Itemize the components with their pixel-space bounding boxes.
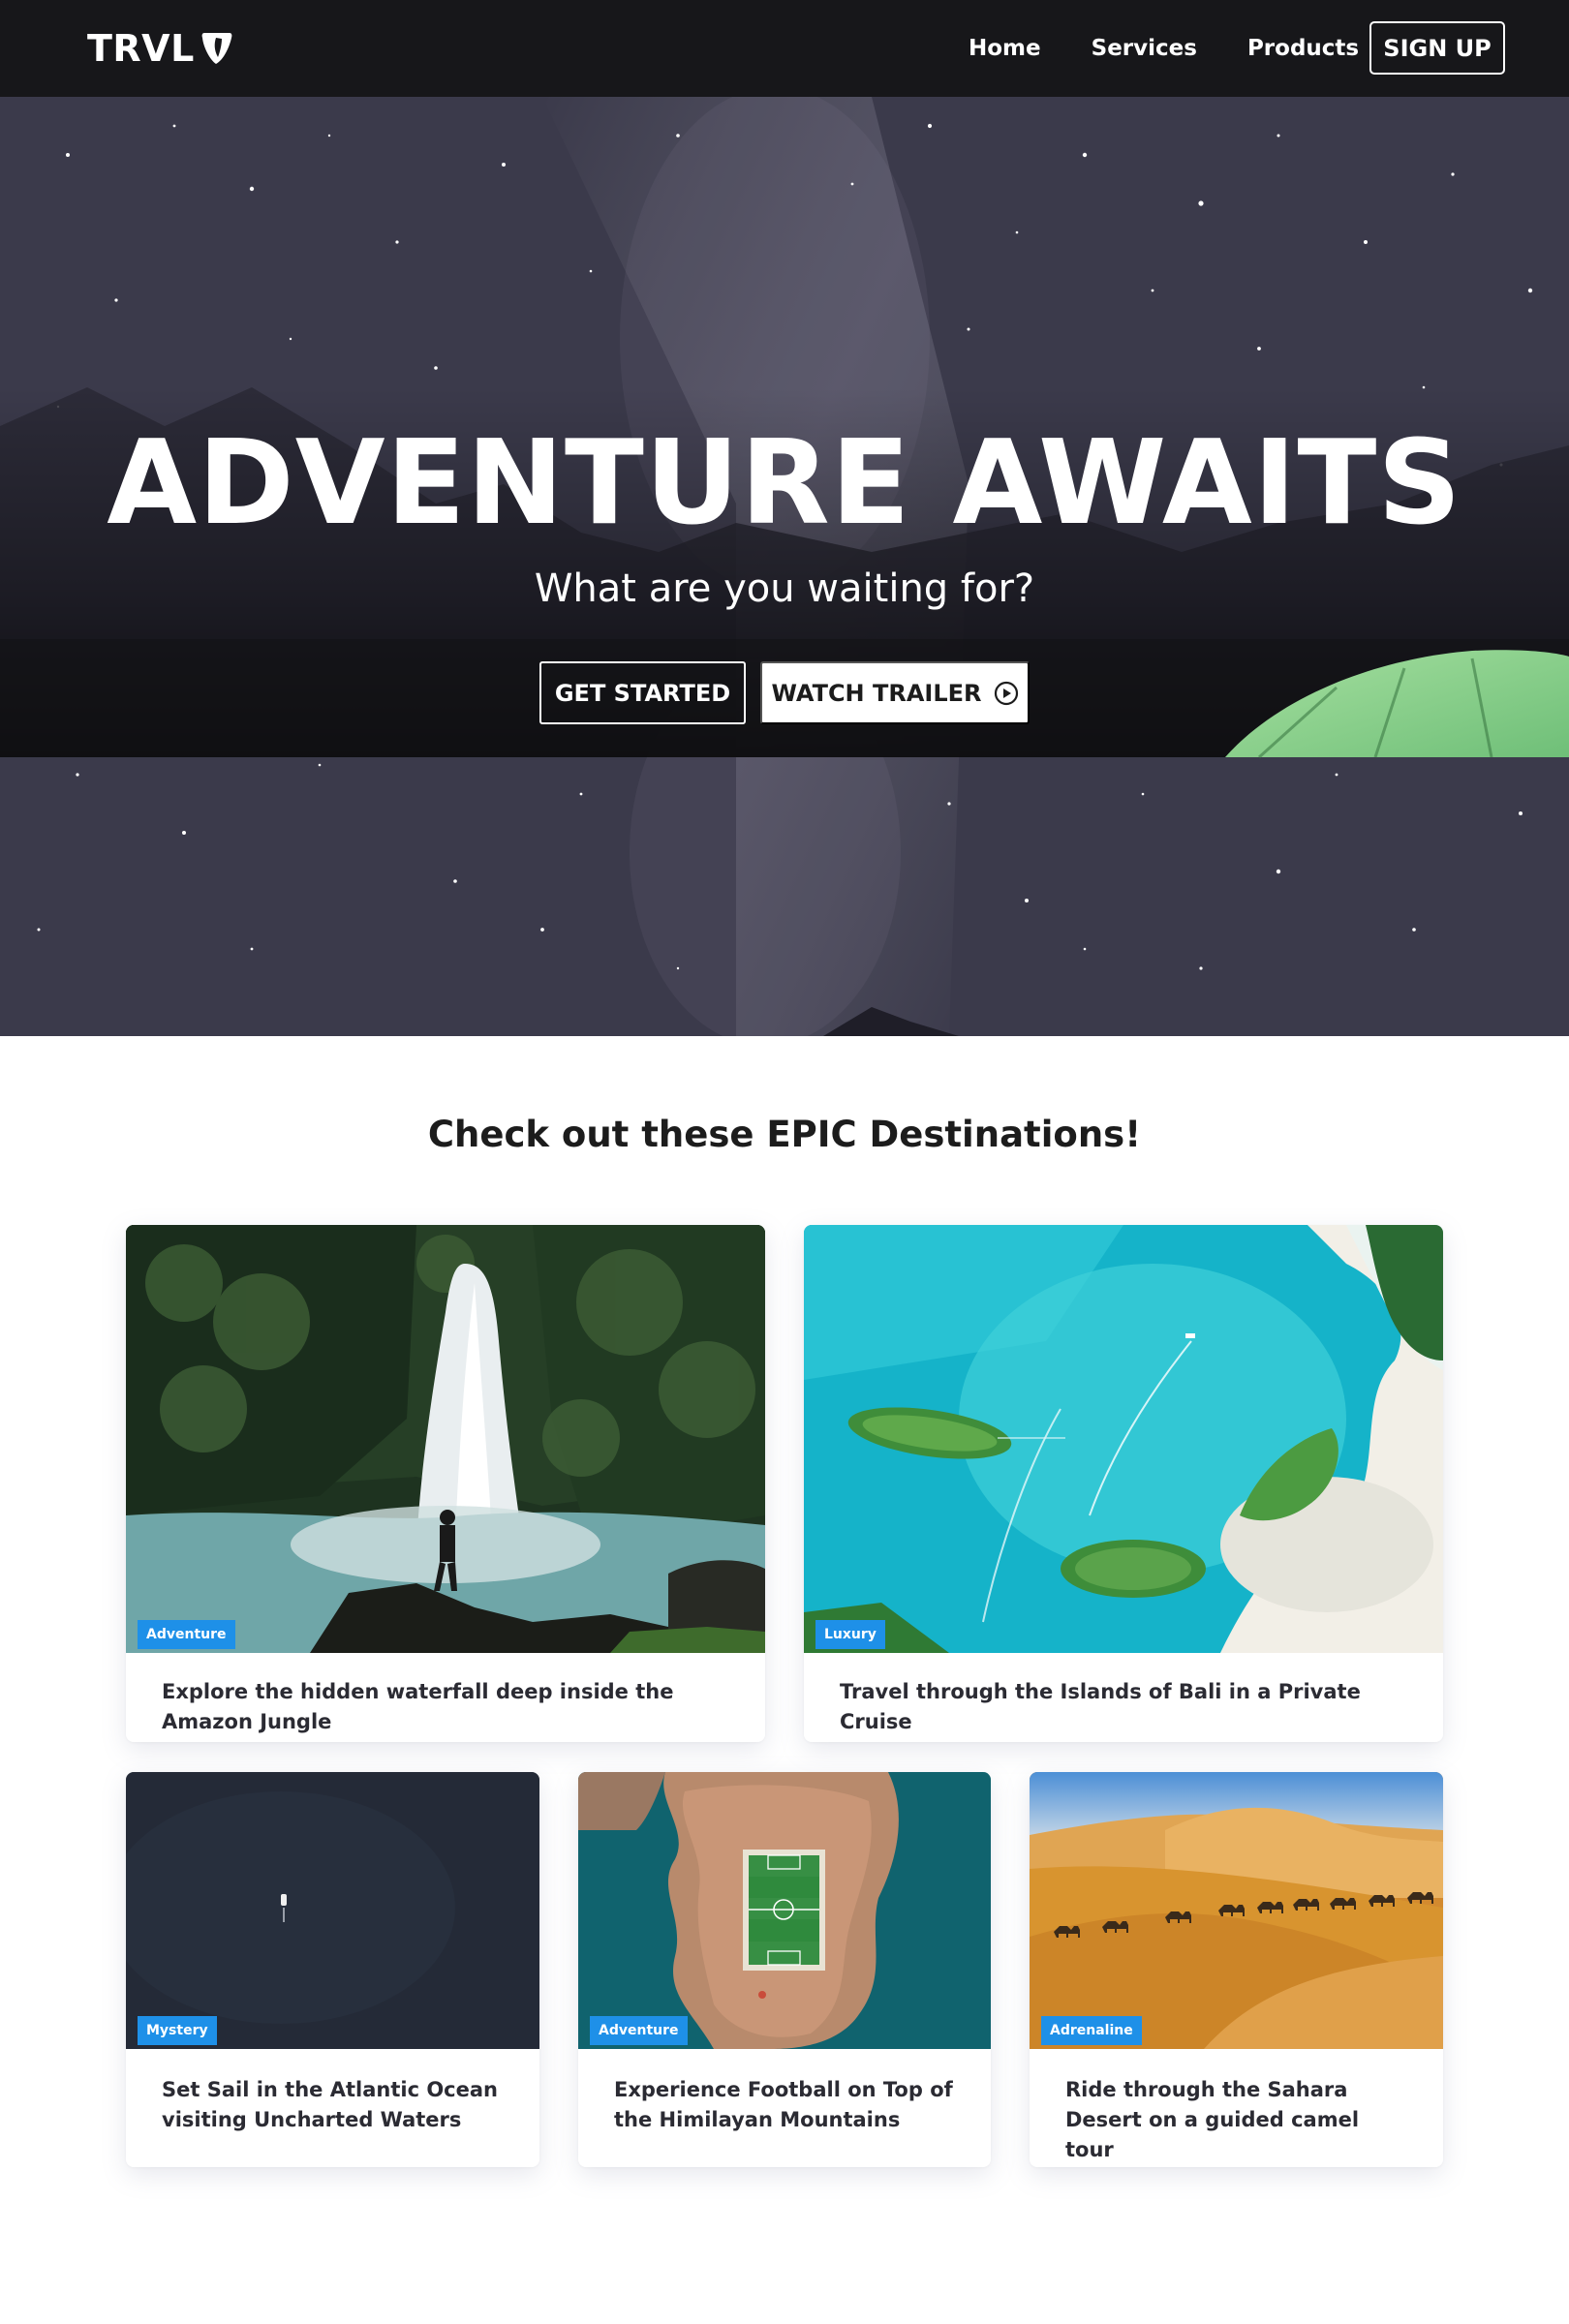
nav-services-link[interactable]: Services xyxy=(1092,36,1197,61)
football-island-image xyxy=(578,1772,991,2049)
brand-logo[interactable]: TRVL xyxy=(87,27,233,70)
destination-card-ocean[interactable]: Mystery Set Sail in the Atlantic Ocean v… xyxy=(126,1772,539,2167)
card-badge: Adventure xyxy=(138,1620,235,1649)
get-started-button[interactable]: GET STARTED xyxy=(539,661,746,724)
destination-card-desert[interactable]: Adrenaline Ride through the Sahara Deser… xyxy=(1030,1772,1443,2167)
desert-image xyxy=(1030,1772,1443,2049)
islands-image xyxy=(804,1225,1443,1653)
main-nav: Home Services Products xyxy=(969,0,1409,97)
card-title: Travel through the Islands of Bali in a … xyxy=(840,1680,1361,1733)
nav-home-link[interactable]: Home xyxy=(969,36,1041,61)
card-badge: Adventure xyxy=(590,2016,688,2045)
ocean-image xyxy=(126,1772,539,2049)
play-circle-icon xyxy=(994,681,1018,705)
destination-card-islands[interactable]: Luxury Travel through the Islands of Bal… xyxy=(804,1225,1443,1742)
card-title: Explore the hidden waterfall deep inside… xyxy=(162,1680,674,1733)
destinations-heading: Check out these EPIC Destinations! xyxy=(427,1114,1142,1155)
waterfall-image xyxy=(126,1225,765,1653)
signup-button[interactable]: SIGN UP xyxy=(1369,21,1505,75)
logo-text: TRVL xyxy=(87,27,195,70)
destination-card-football[interactable]: Adventure Experience Football on Top of … xyxy=(578,1772,991,2167)
card-title: Ride through the Sahara Desert on a guid… xyxy=(1065,2078,1360,2161)
hero-subtitle: What are you waiting for? xyxy=(534,566,1035,611)
watch-trailer-button[interactable]: WATCH TRAILER xyxy=(760,661,1030,724)
hero-section: ADVENTURE AWAITS What are you waiting fo… xyxy=(0,97,1569,1036)
hero-title: ADVENTURE AWAITS xyxy=(107,416,1462,551)
top-navbar: TRVL Home Services Products SIGN UP xyxy=(0,0,1569,97)
card-title: Set Sail in the Atlantic Ocean visiting … xyxy=(162,2078,498,2131)
destination-card-waterfall[interactable]: Adventure Explore the hidden waterfall d… xyxy=(126,1225,765,1742)
nav-products-link[interactable]: Products xyxy=(1247,36,1359,61)
card-badge: Luxury xyxy=(815,1620,885,1649)
typo3-logo-icon xyxy=(201,33,232,64)
card-badge: Adrenaline xyxy=(1041,2016,1142,2045)
card-badge: Mystery xyxy=(138,2016,217,2045)
watch-trailer-label: WATCH TRAILER xyxy=(771,679,982,707)
card-title: Experience Football on Top of the Himila… xyxy=(614,2078,953,2131)
